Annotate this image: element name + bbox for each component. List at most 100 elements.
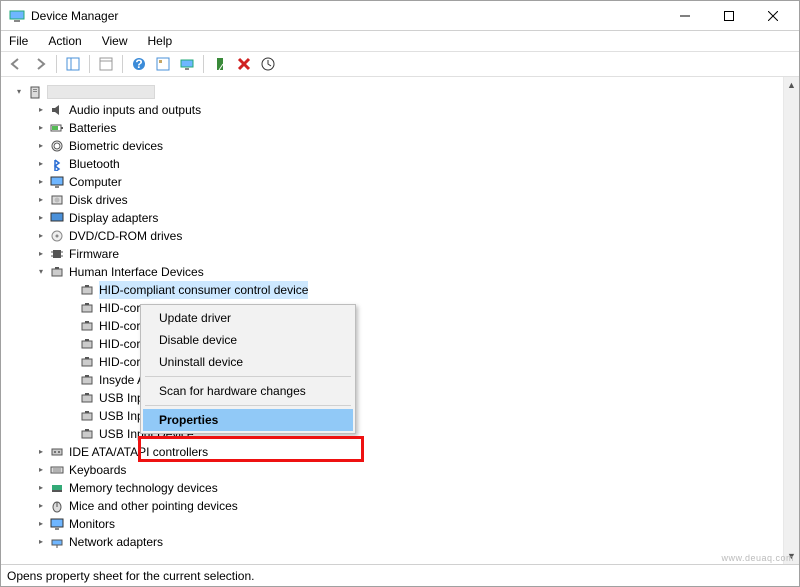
vertical-scrollbar[interactable]: ▲ ▼: [783, 77, 799, 564]
status-bar: Opens property sheet for the current sel…: [1, 564, 799, 586]
monitor-icon: [49, 516, 65, 532]
tree-item-label: Bluetooth: [69, 155, 120, 173]
scroll-track[interactable]: [784, 93, 799, 548]
context-separator: [145, 376, 351, 377]
tree-item-label: Computer: [69, 173, 122, 191]
memory-icon: [49, 480, 65, 496]
context-disable-device[interactable]: Disable device: [143, 329, 353, 351]
tree-device-4[interactable]: HID-cor: [1, 353, 783, 371]
expand-icon[interactable]: ▸: [35, 518, 47, 530]
scroll-up-arrow[interactable]: ▲: [784, 77, 799, 93]
expand-icon[interactable]: ▸: [35, 536, 47, 548]
expand-icon[interactable]: ▸: [35, 194, 47, 206]
expand-icon[interactable]: ▸: [35, 212, 47, 224]
expand-icon[interactable]: ▸: [35, 446, 47, 458]
back-button[interactable]: [5, 53, 27, 75]
menu-file[interactable]: File: [5, 33, 32, 49]
context-uninstall-device[interactable]: Uninstall device: [143, 351, 353, 373]
forward-button[interactable]: [29, 53, 51, 75]
scan-hardware-button[interactable]: [176, 53, 198, 75]
tree-category-11[interactable]: ▸ Keyboards: [1, 461, 783, 479]
context-menu: Update driver Disable device Uninstall d…: [140, 304, 356, 434]
context-properties[interactable]: Properties: [143, 409, 353, 431]
tree-item-label: Disk drives: [69, 191, 128, 209]
tree-device-5[interactable]: Insyde A: [1, 371, 783, 389]
tree-item-label: USB Inp: [99, 407, 144, 425]
hid-icon: [79, 408, 95, 424]
menu-action[interactable]: Action: [44, 33, 85, 49]
close-button[interactable]: [751, 2, 795, 30]
help-button[interactable]: ?: [128, 53, 150, 75]
tree-item-label: HID-cor: [99, 353, 140, 371]
expand-icon[interactable]: ▸: [35, 122, 47, 134]
tree-category-14[interactable]: ▸Monitors: [1, 515, 783, 533]
tree-indent: [65, 392, 77, 404]
tree-category-7[interactable]: ▸DVD/CD-ROM drives: [1, 227, 783, 245]
tree-item-label: Network adapters: [69, 533, 163, 551]
tree-category-1[interactable]: ▸ Batteries: [1, 119, 783, 137]
hid-icon: [79, 390, 95, 406]
tree-item-label: Batteries: [69, 119, 116, 137]
tree-category-3[interactable]: ▸ Bluetooth: [1, 155, 783, 173]
expand-icon[interactable]: ▸: [35, 104, 47, 116]
expand-icon[interactable]: ▸: [35, 500, 47, 512]
tree-item-label: Audio inputs and outputs: [69, 101, 201, 119]
expand-icon[interactable]: ▸: [35, 248, 47, 260]
expand-icon[interactable]: ▸: [35, 158, 47, 170]
tree-category-0[interactable]: ▸ Audio inputs and outputs: [1, 101, 783, 119]
tree-category-5[interactable]: ▸ Disk drives: [1, 191, 783, 209]
tree-category-9[interactable]: ▾Human Interface Devices: [1, 263, 783, 281]
tree-device-8[interactable]: USB Input Device: [1, 425, 783, 443]
tree-device-2[interactable]: HID-cor: [1, 317, 783, 335]
action-bar-button[interactable]: [152, 53, 174, 75]
title-bar: Device Manager: [1, 1, 799, 31]
device-tree[interactable]: ▾ ▸ Audio inputs and outputs ▸ Batteries▸Bio…: [1, 77, 783, 564]
disk-icon: [49, 192, 65, 208]
tree-item-label: Keyboards: [69, 461, 126, 479]
tree-item-label: Memory technology devices: [69, 479, 218, 497]
hid-icon: [79, 372, 95, 388]
tree-device-0[interactable]: HID-compliant consumer control device: [1, 281, 783, 299]
context-scan-hardware[interactable]: Scan for hardware changes: [143, 380, 353, 402]
network-icon: [49, 534, 65, 550]
tree-category-8[interactable]: ▸ Firmware: [1, 245, 783, 263]
update-driver-button[interactable]: [257, 53, 279, 75]
tree-category-2[interactable]: ▸Biometric devices: [1, 137, 783, 155]
menu-help[interactable]: Help: [144, 33, 177, 49]
menu-view[interactable]: View: [98, 33, 132, 49]
tree-device-7[interactable]: USB Inp: [1, 407, 783, 425]
tree-item-label: USB Inp: [99, 389, 144, 407]
tree-category-12[interactable]: ▸ Memory technology devices: [1, 479, 783, 497]
show-hide-tree-button[interactable]: [62, 53, 84, 75]
status-text: Opens property sheet for the current sel…: [7, 569, 254, 583]
expand-icon[interactable]: ▸: [35, 482, 47, 494]
tree-device-6[interactable]: USB Inp: [1, 389, 783, 407]
fingerprint-icon: [49, 138, 65, 154]
tree-root-label: [47, 85, 155, 99]
maximize-button[interactable]: [707, 2, 751, 30]
expand-icon[interactable]: ▸: [35, 230, 47, 242]
tree-item-label: Firmware: [69, 245, 119, 263]
tree-device-3[interactable]: HID-cor: [1, 335, 783, 353]
tree-device-1[interactable]: HID-cor: [1, 299, 783, 317]
enable-device-button[interactable]: [209, 53, 231, 75]
tree-root[interactable]: ▾: [1, 83, 783, 101]
tree-category-10[interactable]: ▸IDE ATA/ATAPI controllers: [1, 443, 783, 461]
minimize-button[interactable]: [663, 2, 707, 30]
properties-button[interactable]: [95, 53, 117, 75]
expand-icon[interactable]: ▸: [35, 176, 47, 188]
tree-category-13[interactable]: ▸Mice and other pointing devices: [1, 497, 783, 515]
tree-category-15[interactable]: ▸ Network adapters: [1, 533, 783, 551]
tree-category-6[interactable]: ▸Display adapters: [1, 209, 783, 227]
tree-item-label: Insyde A: [99, 371, 145, 389]
expand-icon[interactable]: ▸: [35, 140, 47, 152]
tree-category-4[interactable]: ▸ Computer: [1, 173, 783, 191]
expand-icon[interactable]: ▸: [35, 464, 47, 476]
collapse-icon[interactable]: ▾: [35, 266, 47, 278]
collapse-icon[interactable]: ▾: [13, 86, 25, 98]
uninstall-device-button[interactable]: [233, 53, 255, 75]
svg-text:?: ?: [135, 57, 142, 71]
tree-indent: [65, 356, 77, 368]
context-update-driver[interactable]: Update driver: [143, 307, 353, 329]
toolbar-separator: [203, 55, 204, 73]
